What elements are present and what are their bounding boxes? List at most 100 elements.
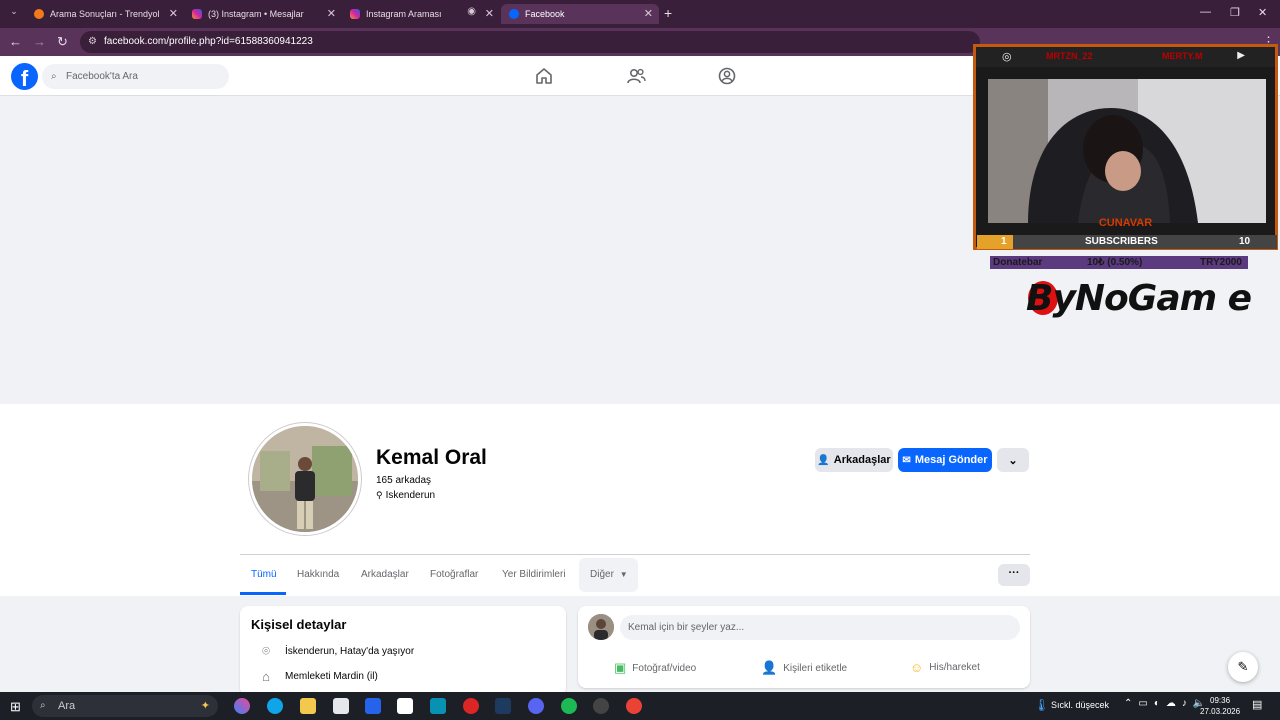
site-info-icon[interactable]: ⚙ — [88, 31, 97, 53]
composer-avatar — [588, 614, 614, 640]
more-options-button[interactable]: ··· — [998, 564, 1030, 586]
messenger-icon: ✉ — [902, 454, 911, 466]
edge-icon[interactable] — [267, 698, 283, 714]
close-tab-icon[interactable]: ✕ — [644, 7, 653, 20]
tag-people-button[interactable]: 👤 Kişileri etiketle — [761, 660, 847, 676]
copilot-sparkle-icon: ✦ — [200, 700, 210, 712]
search-icon: ⌕ — [40, 700, 46, 711]
profile-icon[interactable] — [717, 66, 737, 86]
tab-facebook[interactable]: Facebook ✕ — [501, 4, 659, 24]
search-icon: ⌕ — [51, 71, 57, 82]
store-icon[interactable] — [333, 698, 349, 714]
friends-icon[interactable] — [626, 66, 646, 86]
tab-instagram-search[interactable]: Instagram Araması ◉ ✕ — [342, 4, 500, 24]
chrome-icon[interactable] — [626, 698, 642, 714]
tab-more[interactable]: Diğer ▼ — [590, 569, 628, 580]
notifications-icon[interactable]: ▤ — [1252, 698, 1262, 711]
profile-header — [0, 404, 1280, 596]
tab-instagram-messages[interactable]: (3) Instagram • Mesajlar ✕ — [184, 4, 342, 24]
facebook-favicon-icon — [509, 9, 519, 19]
discord-icon[interactable] — [528, 698, 544, 714]
close-window-icon[interactable]: ✕ — [1258, 6, 1267, 19]
file-explorer-icon[interactable] — [300, 698, 316, 714]
profile-avatar[interactable] — [249, 423, 361, 535]
tab-title: Facebook — [525, 9, 565, 19]
overlay-label: CUNAVAR — [1098, 217, 1153, 229]
photo-icon: ▣ — [614, 660, 627, 675]
card-title: Kişisel detaylar — [251, 617, 347, 632]
outlook-icon[interactable] — [365, 698, 381, 714]
tab-search-menu-icon[interactable]: ⌄ — [6, 6, 22, 22]
feeling-button[interactable]: ☺ His/hareket — [910, 660, 980, 675]
detail-row-lives-in: ⌾ İskenderun, Hatay'da yaşıyor — [256, 643, 414, 659]
opera-icon[interactable] — [463, 698, 479, 714]
restore-icon[interactable]: ❐ — [1230, 6, 1240, 19]
clock-time: 09:36 — [1210, 696, 1231, 705]
system-tray-icons[interactable]: ⌃▭◐☁♪🔈 — [1124, 698, 1211, 709]
address-bar[interactable]: ⚙ facebook.com/profile.php?id=6158836094… — [80, 31, 980, 53]
profile-dropdown-button[interactable]: ⌄ — [997, 448, 1029, 472]
cover-photo[interactable] — [219, 96, 1052, 404]
clock[interactable]: 09:36 27.03.2026 — [1200, 695, 1240, 717]
avatar-photo — [588, 614, 614, 640]
tab-title: (3) Instagram • Mesajlar — [208, 9, 304, 19]
person-check-icon: 👤 — [817, 454, 830, 466]
app-icon[interactable] — [430, 698, 446, 714]
smiley-icon: ☺ — [910, 660, 924, 675]
overlay-header: ◎ MRTZN_22 MERTY.M ▶ — [976, 47, 1275, 67]
windows-start-icon[interactable]: ⊞ — [10, 699, 21, 715]
friend-count[interactable]: 165 arkadaş — [376, 475, 431, 486]
weather-text[interactable]: Sıckl. düşecek — [1051, 700, 1109, 710]
windows-taskbar: ⊞ ⌕ Ara ✦ 🌡 Sıckl. düşecek ⌃▭◐☁♪🔈 09:36 … — [0, 692, 1280, 720]
location-text: Iskenderun — [385, 490, 436, 501]
friends-button[interactable]: 👤 Arkadaşlar — [815, 448, 893, 472]
close-tab-icon[interactable]: ✕ — [327, 7, 336, 20]
new-tab-icon[interactable]: + — [664, 5, 672, 21]
photo-video-button[interactable]: ▣ Fotoğraf/video — [614, 660, 696, 676]
security-icon[interactable] — [397, 698, 413, 714]
detail-text: Memleketi Mardin (il) — [285, 671, 378, 682]
compose-message-icon[interactable]: ✎ — [1228, 652, 1258, 682]
tab-all[interactable]: Tümü — [251, 569, 277, 580]
facebook-search-input[interactable]: ⌕ Facebook'ta Ara — [42, 64, 229, 89]
copilot-icon[interactable] — [234, 698, 250, 714]
tab-photos[interactable]: Fotoğraflar — [430, 569, 478, 580]
spotify-icon[interactable] — [561, 698, 577, 714]
donate-label: Donatebar — [993, 257, 1043, 268]
action-label: His/hareket — [929, 662, 980, 673]
location-pin-icon: ⚲ — [376, 490, 383, 500]
clock-date: 27.03.2026 — [1200, 707, 1241, 716]
overlay-name-right: MERTY.M — [1162, 51, 1203, 61]
sub-left: 1 — [1001, 236, 1007, 247]
location: ⚲ Iskenderun — [376, 490, 435, 501]
taskbar-search-input[interactable]: ⌕ Ara ✦ — [32, 695, 218, 717]
tab-title: Arama Sonuçları - Trendyol — [50, 9, 160, 19]
youtube-icon: ▶ — [1237, 50, 1245, 61]
action-label: Fotoğraf/video — [632, 662, 697, 674]
reload-icon[interactable]: ↻ — [57, 34, 68, 50]
forward-icon[interactable]: → — [33, 34, 46, 49]
personal-details-card: Kişisel detaylar ⌾ İskenderun, Hatay'da … — [240, 606, 566, 696]
close-tab-icon[interactable]: ✕ — [169, 7, 178, 20]
detail-row-hometown: ⌂ Memleketi Mardin (il) — [256, 669, 378, 684]
steam-icon[interactable] — [495, 698, 511, 714]
facebook-logo-icon[interactable]: f — [11, 63, 38, 91]
tab-friends[interactable]: Arkadaşlar — [361, 569, 409, 580]
post-input[interactable]: Kemal için bir şeyler yaz... — [620, 615, 1020, 640]
send-message-button[interactable]: ✉ Mesaj Gönder — [898, 448, 992, 472]
profile-name: Kemal Oral — [376, 446, 487, 469]
obs-icon[interactable] — [593, 698, 609, 714]
tab-about[interactable]: Hakkında — [297, 569, 339, 580]
overlay-name-left: MRTZN_22 — [1046, 51, 1093, 61]
tab-check-ins[interactable]: Yer Bildirimleri — [502, 569, 566, 580]
home-icon: ⌂ — [262, 669, 270, 684]
minimize-icon[interactable]: — — [1200, 6, 1211, 18]
tab-trendyol[interactable]: Arama Sonuçları - Trendyol ✕ — [26, 4, 184, 24]
back-icon[interactable]: ← — [9, 34, 22, 49]
donate-value: 10₺ (0.50%) — [1087, 257, 1143, 268]
home-icon[interactable] — [534, 66, 554, 86]
url-text: facebook.com/profile.php?id=615883609412… — [104, 36, 313, 47]
close-tab-icon[interactable]: ✕ — [485, 7, 494, 20]
sub-right: 10 — [1239, 236, 1251, 247]
weather-icon: 🌡 — [1034, 698, 1050, 712]
